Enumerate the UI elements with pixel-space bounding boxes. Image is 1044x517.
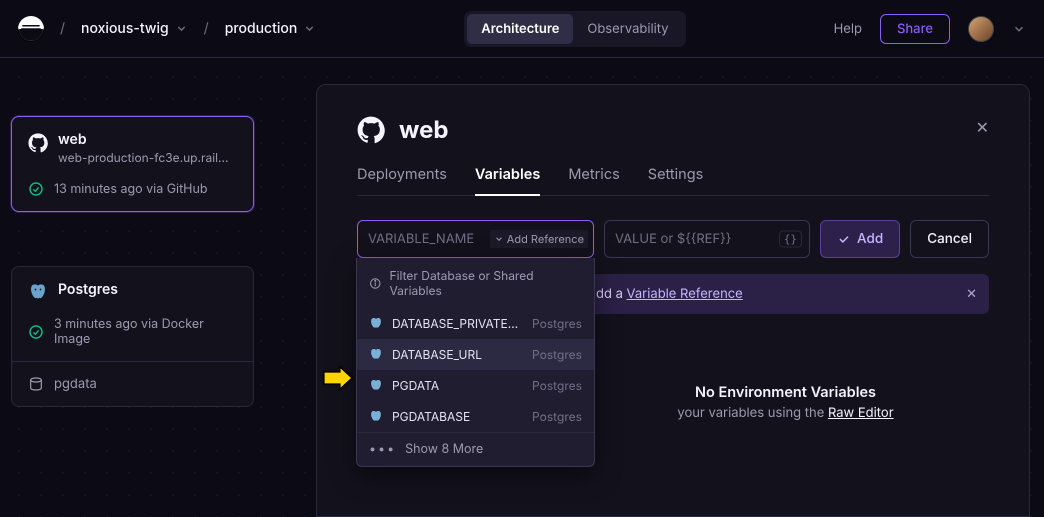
postgres-icon <box>369 410 383 424</box>
breadcrumb-sep: / <box>60 20 65 37</box>
volume-name: pgdata <box>54 376 97 392</box>
check-circle-icon <box>28 181 44 197</box>
dropdown-item[interactable]: PGDATA Postgres <box>357 370 594 401</box>
railway-logo[interactable] <box>18 16 44 42</box>
chevron-down-icon[interactable] <box>1012 22 1026 36</box>
variable-name-group: Add Reference Filter Database or Shared … <box>357 220 594 258</box>
dropdown-item[interactable]: PGDATABASE Postgres <box>357 401 594 432</box>
add-button[interactable]: Add <box>820 220 900 258</box>
breadcrumb-sep: / <box>204 20 209 37</box>
status-text: 13 minutes ago via GitHub <box>54 182 208 197</box>
raw-editor-link[interactable]: Raw Editor <box>828 405 894 421</box>
service-card-postgres[interactable]: Postgres 3 minutes ago via Docker Image … <box>11 266 254 407</box>
tab-metrics[interactable]: Metrics <box>568 166 619 195</box>
info-icon <box>369 277 382 290</box>
chevron-down-icon <box>175 22 188 35</box>
github-icon <box>357 116 385 144</box>
service-status: 13 minutes ago via GitHub <box>28 181 237 197</box>
brace-icon[interactable]: {} <box>779 231 802 248</box>
service-status: 3 minutes ago via Docker Image <box>28 317 237 347</box>
tab-observability[interactable]: Observability <box>573 14 682 44</box>
github-icon <box>28 133 48 153</box>
environment-name: production <box>225 20 298 37</box>
dropdown-filter[interactable]: Filter Database or Shared Variables <box>357 258 594 308</box>
close-button[interactable]: ✕ <box>976 117 989 137</box>
disk-icon <box>28 376 44 392</box>
dropdown-item[interactable]: DATABASE_URL Postgres <box>357 339 594 370</box>
tab-architecture[interactable]: Architecture <box>467 14 573 44</box>
service-title: Postgres <box>58 281 237 298</box>
volume-row[interactable]: pgdata <box>28 376 237 392</box>
service-domain: web-production-fc3e.up.rail... <box>58 150 237 165</box>
ellipsis-icon: ••• <box>369 442 396 457</box>
service-title: web <box>58 131 237 148</box>
chevron-down-icon <box>494 234 504 244</box>
postgres-icon <box>369 348 383 362</box>
postgres-icon <box>369 379 383 393</box>
check-icon <box>837 232 851 246</box>
reference-dropdown: Filter Database or Shared Variables DATA… <box>356 258 595 467</box>
share-button[interactable]: Share <box>880 14 950 44</box>
tab-settings[interactable]: Settings <box>648 166 704 195</box>
divider <box>12 361 253 362</box>
top-bar: / noxious-twig / production Architecture… <box>0 0 1044 58</box>
top-right: Help Share <box>834 14 1026 44</box>
postgres-icon <box>369 317 383 331</box>
tab-variables[interactable]: Variables <box>475 166 540 195</box>
add-reference-button[interactable]: Add Reference <box>490 230 588 248</box>
tab-deployments[interactable]: Deployments <box>357 166 447 195</box>
cancel-button[interactable]: Cancel <box>910 220 989 258</box>
postgres-icon <box>28 283 48 303</box>
annotation-arrow <box>322 366 354 394</box>
add-variable-form: Add Reference Filter Database or Shared … <box>357 220 989 258</box>
check-circle-icon <box>28 324 44 340</box>
status-text: 3 minutes ago via Docker Image <box>54 317 237 347</box>
breadcrumb-environment[interactable]: production <box>225 20 317 37</box>
chevron-down-icon <box>303 22 316 35</box>
view-switcher: Architecture Observability <box>464 11 685 47</box>
dropdown-item[interactable]: DATABASE_PRIVATE_URL Postgres <box>357 308 594 339</box>
panel-title: web <box>399 115 449 144</box>
banner-text: dd a Variable Reference <box>596 286 743 302</box>
project-name: noxious-twig <box>81 20 169 37</box>
dropdown-show-more[interactable]: ••• Show 8 More <box>357 432 594 466</box>
service-panel: web ✕ Deployments Variables Metrics Sett… <box>316 84 1030 517</box>
variable-reference-link[interactable]: Variable Reference <box>627 286 743 302</box>
service-card-web[interactable]: web web-production-fc3e.up.rail... 13 mi… <box>11 116 254 212</box>
close-icon[interactable]: ✕ <box>966 286 977 302</box>
avatar[interactable] <box>968 16 994 42</box>
panel-tabs: Deployments Variables Metrics Settings <box>357 166 989 196</box>
variable-value-group: {} <box>604 220 810 258</box>
breadcrumb-project[interactable]: noxious-twig <box>81 20 188 37</box>
help-link[interactable]: Help <box>834 21 862 37</box>
